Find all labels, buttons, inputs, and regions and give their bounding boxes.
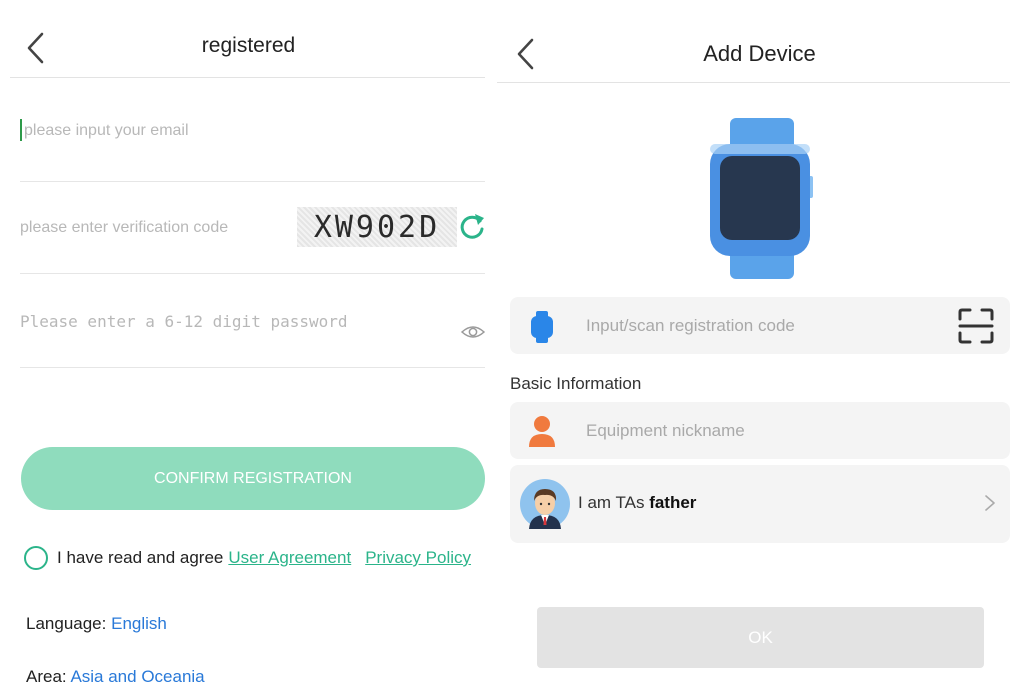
language-label: Language:: [26, 614, 107, 633]
code-underline: [20, 273, 485, 274]
confirm-registration-button[interactable]: CONFIRM REGISTRATION: [21, 447, 485, 510]
registration-code-input[interactable]: [586, 313, 926, 339]
relation-prefix: I am TAs: [578, 493, 645, 512]
header-divider: [497, 82, 1010, 83]
chevron-right-icon: [985, 495, 995, 511]
area-label: Area:: [26, 667, 67, 686]
email-underline: [20, 181, 485, 182]
header-divider: [10, 77, 485, 78]
watch-icon: [531, 311, 553, 343]
ok-button[interactable]: OK: [537, 607, 984, 668]
verification-code-wrapper: [20, 208, 295, 248]
language-select[interactable]: English: [111, 614, 167, 633]
captcha-image[interactable]: XW902D: [297, 207, 457, 247]
smartwatch-icon: [710, 118, 813, 279]
basic-information-heading: Basic Information: [510, 374, 642, 393]
relation-label: I am TAs father: [578, 493, 696, 513]
language-row: Language: English: [26, 614, 167, 634]
verification-code-input[interactable]: [20, 208, 295, 248]
password-input[interactable]: [20, 303, 440, 339]
page-title: registered: [201, 34, 296, 57]
father-avatar-icon: [520, 479, 570, 529]
privacy-policy-link[interactable]: Privacy Policy: [365, 548, 471, 568]
area-row: Area: Asia and Oceania: [26, 667, 205, 687]
email-input[interactable]: [24, 115, 489, 147]
text-cursor: [20, 119, 22, 141]
registration-code-row: [510, 297, 1010, 354]
email-field-wrapper: [20, 115, 489, 155]
password-underline: [20, 367, 485, 368]
page-title: Add Device: [703, 41, 816, 66]
add-device-screen: Add Device Basic Information: [497, 0, 1010, 689]
password-field-wrapper: [20, 303, 440, 343]
nickname-row: [510, 402, 1010, 459]
relation-row[interactable]: I am TAs father: [510, 465, 1010, 543]
person-icon: [529, 416, 555, 447]
registration-screen: registered XW902D CONFIRM REGISTRATION I…: [0, 0, 497, 689]
relation-value: father: [649, 493, 697, 512]
scan-frame-icon[interactable]: [957, 307, 995, 345]
agreement-row: I have read and agree User Agreement Pri…: [24, 544, 471, 572]
area-select[interactable]: Asia and Oceania: [70, 667, 204, 686]
agreement-checkbox[interactable]: [24, 546, 48, 570]
eye-icon[interactable]: [460, 322, 486, 342]
refresh-icon[interactable]: [458, 212, 486, 242]
user-agreement-link[interactable]: User Agreement: [228, 548, 351, 568]
agreement-text: I have read and agree: [57, 548, 224, 567]
nickname-input[interactable]: [586, 418, 966, 444]
